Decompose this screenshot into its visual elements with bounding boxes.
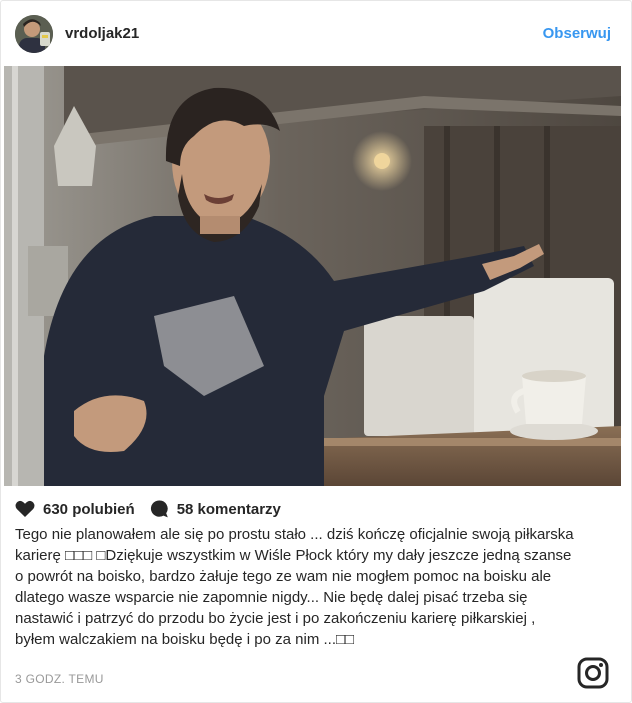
comment-bubble-icon[interactable] xyxy=(149,499,177,519)
heart-icon[interactable] xyxy=(15,500,43,518)
post-header: vrdoljak21 Obserwuj xyxy=(1,1,631,66)
follow-button[interactable]: Obserwuj xyxy=(543,25,611,42)
post-caption: Tego nie planowałem ale się po prostu st… xyxy=(15,526,578,648)
comment-action[interactable]: 58 komentarzy xyxy=(149,499,281,519)
instagram-logo-icon[interactable] xyxy=(577,657,609,689)
post-actions: 630 polubień 58 komentarzy xyxy=(15,497,575,521)
likes-count: 630 polubień xyxy=(43,500,135,518)
like-action[interactable]: 630 polubień xyxy=(15,500,135,518)
post-photo[interactable] xyxy=(4,66,621,486)
avatar[interactable] xyxy=(15,15,53,53)
post-timestamp[interactable]: 3 GODZ. TEMU xyxy=(15,672,104,686)
comments-count: 58 komentarzy xyxy=(176,500,281,518)
username[interactable]: vrdoljak21 xyxy=(65,25,139,42)
instagram-post-card: vrdoljak21 Obserwuj 630 polubień 58 kome… xyxy=(0,0,632,703)
